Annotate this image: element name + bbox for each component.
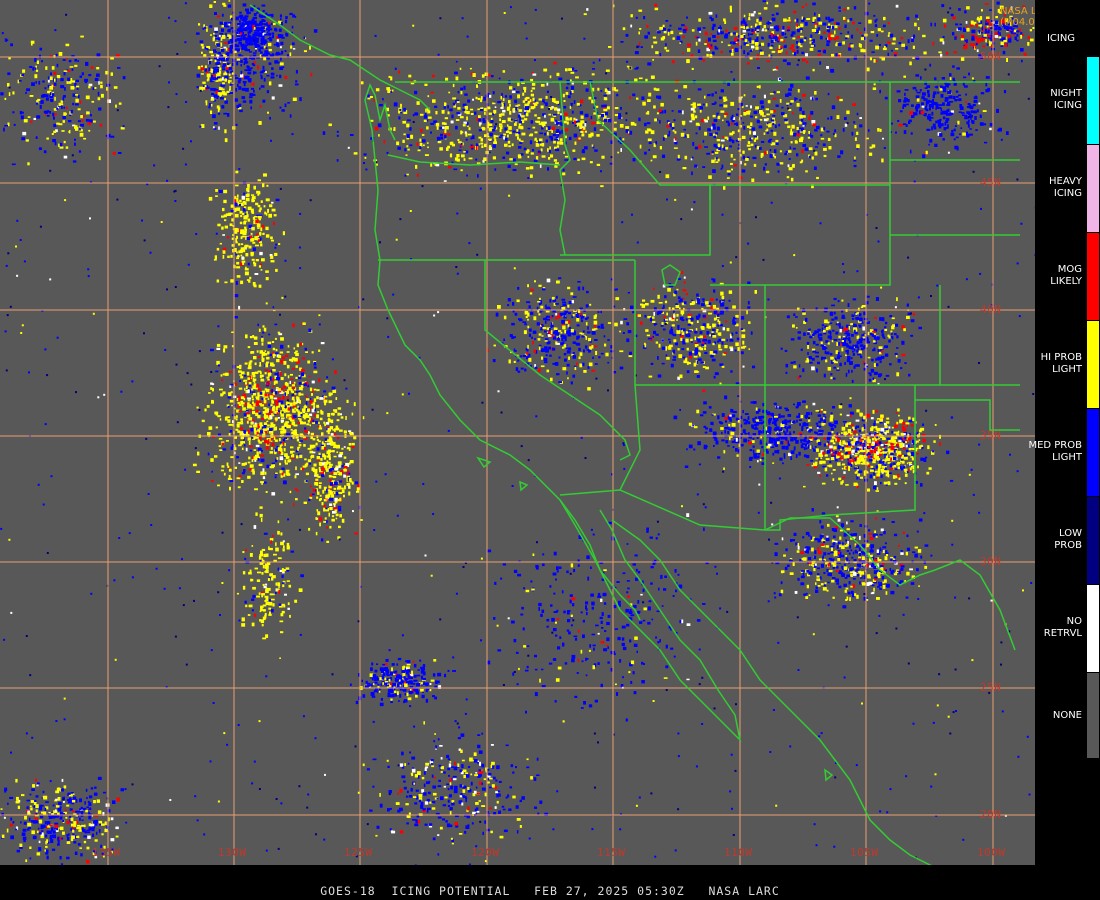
latitude-label: 35N (980, 429, 1002, 442)
latitude-label: 50N (980, 50, 1002, 63)
ok-border (915, 399, 1020, 431)
legend-swatch (1087, 144, 1099, 232)
baja-peninsula (559, 499, 742, 743)
icing-clouds (0, 0, 1035, 865)
wy-border (560, 184, 890, 256)
latitude-label: 30N (980, 555, 1002, 568)
longitude-label: 100W (977, 846, 1006, 859)
footer-title: GOES-18 ICING POTENTIAL FEB 27, 2025 05:… (320, 884, 780, 898)
legend-label: MOG LIKELY (1050, 264, 1082, 287)
legend-label: NIGHT ICING (1050, 88, 1082, 111)
legend-label: NONE (1052, 710, 1082, 721)
legend-swatch (1087, 496, 1099, 584)
legend-swatch (1087, 672, 1099, 758)
map-canvas (0, 0, 1035, 865)
legend-swatch (1087, 584, 1099, 672)
island-1 (476, 456, 492, 469)
island-3 (824, 768, 834, 782)
longitude-label: 115W (597, 846, 626, 859)
longitude-label: 125W (344, 846, 373, 859)
island-2 (519, 480, 529, 492)
longitude-label: 130W (218, 846, 247, 859)
legend-swatch (1087, 320, 1099, 408)
legend-swatch (1087, 408, 1099, 496)
mexico-coastline (611, 519, 932, 865)
legend-label: HI PROB LIGHT (1040, 352, 1082, 375)
icing-map: 50N 45N 40N 35N 30N 25N 20N 135W 130W 125W 120W 11… (0, 0, 1035, 865)
legend-label: LOW PROB (1054, 528, 1082, 551)
longitude-label: 120W (471, 846, 500, 859)
legend-label: MED PROB LIGHT (1028, 440, 1082, 463)
legend-label: HEAVY ICING (1049, 176, 1082, 199)
washington-coast (364, 83, 396, 141)
legend-label: NO RETRVL (1043, 616, 1082, 639)
latitude-label: 20N (980, 808, 1002, 821)
legend-swatch (1087, 232, 1099, 320)
latitude-label: 25N (980, 681, 1002, 694)
longitude-label: 110W (724, 846, 753, 859)
ca-nv-diagonal (484, 260, 631, 461)
legend-title: ICING (1046, 33, 1076, 44)
great-salt-lake (661, 264, 681, 286)
legend-swatch (1087, 56, 1099, 144)
latitude-label: 45N (980, 176, 1002, 189)
longitude-label: 105W (850, 846, 879, 859)
pacific-coastline (364, 99, 641, 621)
latitude-label: 40N (980, 303, 1002, 316)
longitude-label: 135W (92, 846, 121, 859)
